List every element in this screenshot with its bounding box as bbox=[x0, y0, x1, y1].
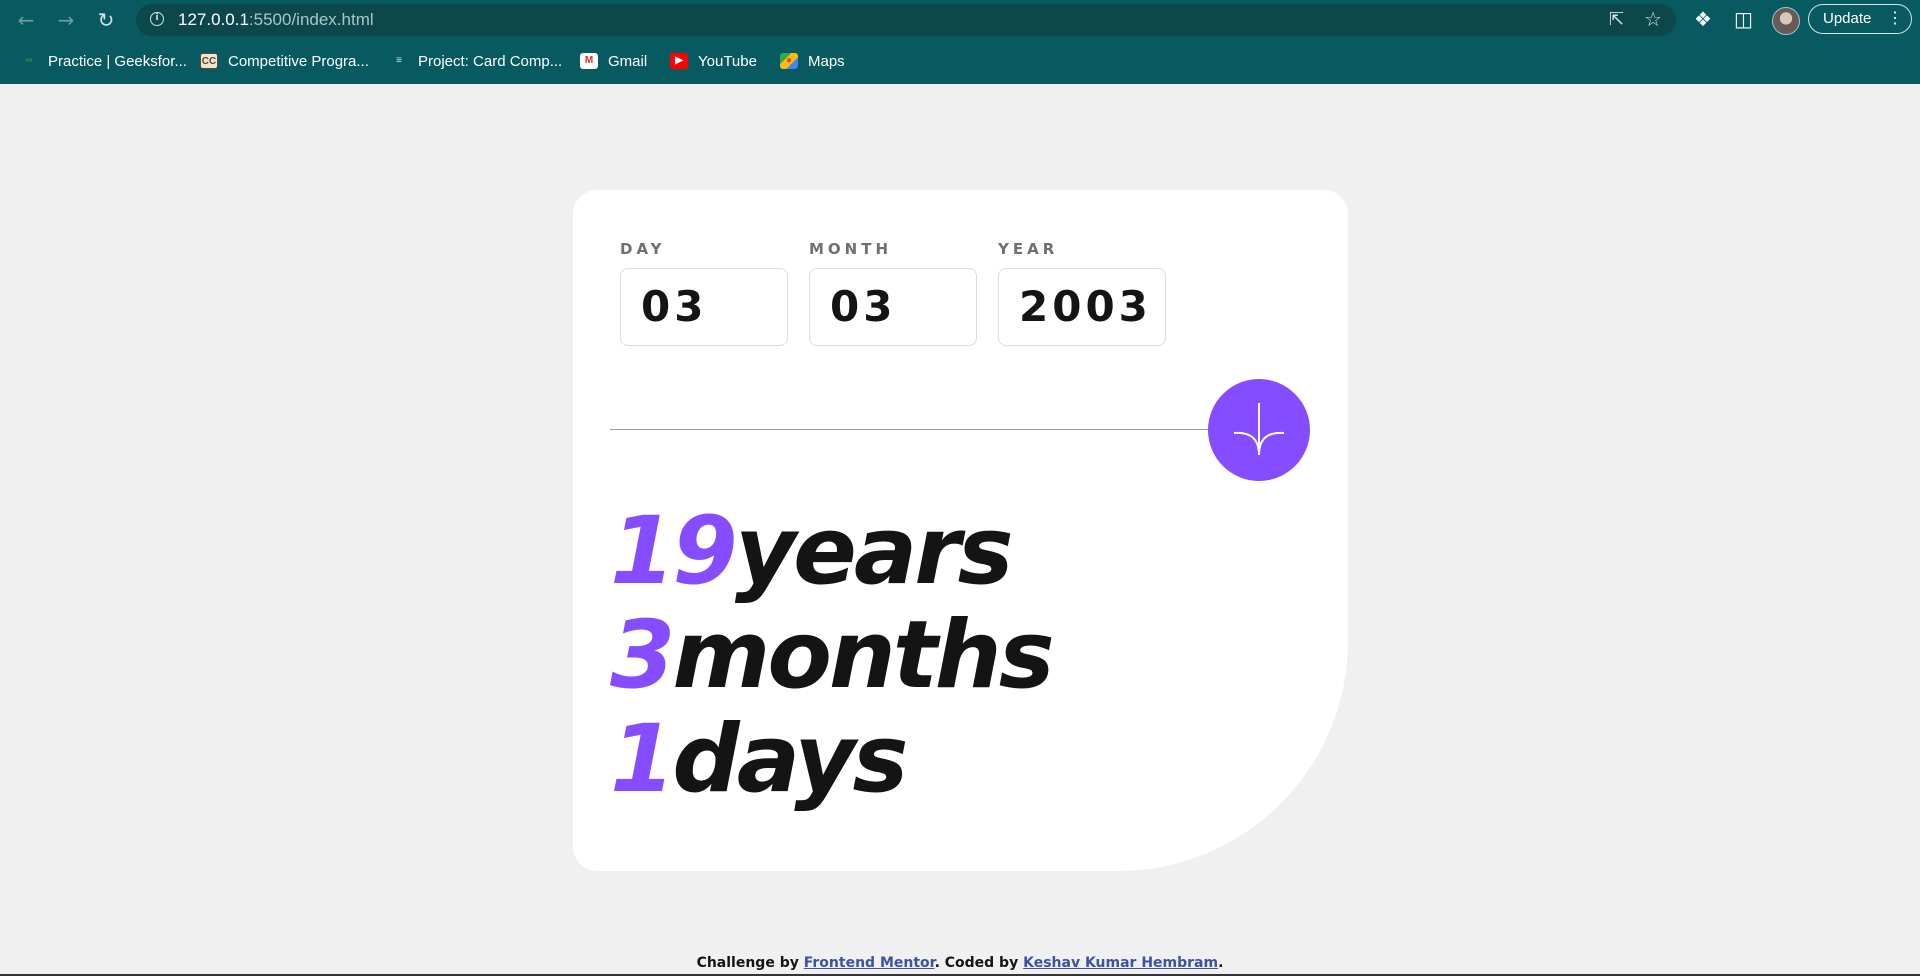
days-result: 1days bbox=[610, 705, 908, 814]
arrow-down-icon bbox=[1233, 403, 1285, 456]
bookmark-label: YouTube bbox=[698, 52, 757, 70]
month-input[interactable]: 03 bbox=[809, 268, 977, 346]
year-label: YEAR bbox=[998, 240, 1059, 258]
site-info-icon[interactable]: i bbox=[150, 12, 164, 26]
profile-avatar[interactable] bbox=[1772, 7, 1800, 35]
day-field: DAY 03 bbox=[620, 240, 788, 346]
forward-arrow-icon[interactable]: → bbox=[54, 8, 78, 32]
days-value: 1 bbox=[610, 705, 675, 814]
geeksforgeeks-icon: ∞ bbox=[25, 55, 33, 66]
years-value: 19 bbox=[610, 497, 738, 606]
url-path: :5500/index.html bbox=[248, 10, 374, 29]
years-unit: years bbox=[734, 497, 1014, 606]
address-bar[interactable]: i 127.0.0.1:5500/index.html ⇱ ☆ bbox=[136, 4, 1676, 36]
bookmark-label: Gmail bbox=[608, 52, 648, 70]
age-calculator-card: DAY 03 MONTH 03 YEAR 2003 19years 3month… bbox=[573, 190, 1348, 871]
frontend-mentor-link[interactable]: Frontend Mentor bbox=[804, 955, 935, 971]
bookmarks-bar: ∞ Practice | Geeksfor... CC Competitive … bbox=[0, 46, 1920, 76]
months-unit: months bbox=[672, 601, 1054, 710]
maps-icon: ● bbox=[780, 53, 798, 69]
browser-toolbar: ← → ↻ i 127.0.0.1:5500/index.html ⇱ ☆ ❖ … bbox=[0, 0, 1920, 40]
year-field: YEAR 2003 bbox=[998, 240, 1166, 346]
gmail-icon: M bbox=[580, 53, 598, 69]
update-button[interactable]: Update ⋮ bbox=[1808, 4, 1912, 34]
back-arrow-icon[interactable]: ← bbox=[14, 8, 38, 32]
divider bbox=[610, 429, 1240, 430]
url-text[interactable]: 127.0.0.1:5500/index.html bbox=[178, 10, 374, 30]
browser-chrome: ← → ↻ i 127.0.0.1:5500/index.html ⇱ ☆ ❖ … bbox=[0, 0, 1920, 84]
days-unit: days bbox=[672, 705, 908, 814]
attribution-middle: . Coded by bbox=[934, 955, 1024, 971]
author-link[interactable]: Keshav Kumar Hembram bbox=[1023, 955, 1218, 971]
year-input[interactable]: 2003 bbox=[998, 268, 1166, 346]
submit-button[interactable] bbox=[1208, 379, 1310, 481]
youtube-icon: ▶ bbox=[670, 53, 688, 69]
years-result: 19years bbox=[610, 497, 1014, 606]
bookmark-label: Maps bbox=[808, 52, 845, 70]
day-label: DAY bbox=[620, 240, 666, 258]
day-input[interactable]: 03 bbox=[620, 268, 788, 346]
bookmark-project[interactable]: ≡ Project: Card Comp... bbox=[390, 50, 562, 72]
url-host: 127.0.0.1 bbox=[178, 10, 249, 29]
bookmark-label: Project: Card Comp... bbox=[418, 52, 563, 70]
update-label: Update bbox=[1823, 10, 1872, 27]
bookmark-codechef[interactable]: CC Competitive Progra... bbox=[200, 50, 369, 72]
bookmark-star-icon[interactable]: ☆ bbox=[1644, 7, 1662, 31]
months-value: 3 bbox=[610, 601, 675, 710]
bookmark-youtube[interactable]: ▶ YouTube bbox=[670, 50, 757, 72]
bookmark-geeksforgeeks[interactable]: ∞ Practice | Geeksfor... bbox=[20, 50, 187, 72]
reload-icon[interactable]: ↻ bbox=[94, 8, 118, 32]
bookmark-maps[interactable]: ● Maps bbox=[780, 50, 845, 72]
codechef-icon: CC bbox=[200, 53, 218, 69]
project-icon: ≡ bbox=[396, 55, 402, 66]
side-panel-icon[interactable]: ◫ bbox=[1734, 7, 1753, 31]
bookmark-label: Practice | Geeksfor... bbox=[48, 52, 187, 70]
months-result: 3months bbox=[610, 601, 1055, 710]
attribution-prefix: Challenge by bbox=[696, 955, 804, 971]
extensions-icon[interactable]: ❖ bbox=[1694, 7, 1712, 31]
bookmark-label: Competitive Progra... bbox=[228, 52, 369, 70]
menu-dots-icon[interactable]: ⋮ bbox=[1887, 5, 1903, 33]
share-icon[interactable]: ⇱ bbox=[1609, 9, 1624, 30]
month-field: MONTH 03 bbox=[809, 240, 977, 346]
month-label: MONTH bbox=[809, 240, 893, 258]
attribution-suffix: . bbox=[1218, 955, 1224, 971]
attribution: Challenge by Frontend Mentor. Coded by K… bbox=[0, 955, 1920, 971]
bookmark-gmail[interactable]: M Gmail bbox=[580, 50, 647, 72]
